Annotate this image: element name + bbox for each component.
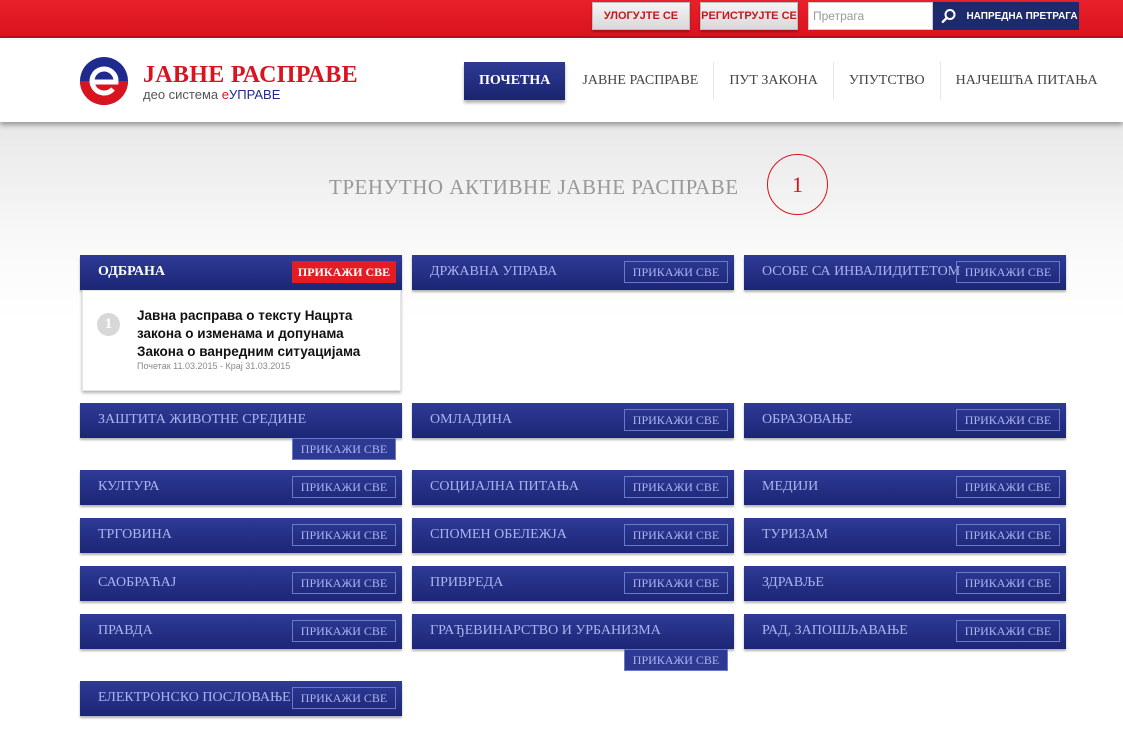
category-social-issues[interactable]: СОЦИЈАЛНА ПИТАЊА ПРИКАЖИ СВЕ — [412, 470, 734, 505]
category-memorials[interactable]: СПОМЕН ОБЕЛЕЖЈА ПРИКАЖИ СВЕ — [412, 518, 734, 553]
logo-sub-brand: УПРАВЕ — [228, 87, 281, 102]
category-justice[interactable]: ПРАВДА ПРИКАЖИ СВЕ — [80, 614, 402, 649]
category-label: ТУРИЗАМ — [762, 527, 828, 542]
category-label: РАД, ЗАПОШЉАВАЊЕ — [762, 623, 908, 638]
show-all-button[interactable]: ПРИКАЖИ СВЕ — [292, 687, 396, 709]
category-construction[interactable]: ГРАЂЕВИНАРСТВО И УРБАНИЗМА ПРИКАЖИ СВЕ — [412, 614, 734, 671]
show-all-button[interactable]: ПРИКАЖИ СВЕ — [956, 261, 1060, 283]
show-all-button[interactable]: ПРИКАЖИ СВЕ — [956, 476, 1060, 498]
category-state-administration[interactable]: ДРЖАВНА УПРАВА ПРИКАЖИ СВЕ — [412, 255, 734, 290]
show-all-button[interactable]: ПРИКАЖИ СВЕ — [624, 409, 728, 431]
show-all-button[interactable]: ПРИКАЖИ СВЕ — [956, 572, 1060, 594]
show-all-button[interactable]: ПРИКАЖИ СВЕ — [624, 649, 728, 671]
section-title: ТРЕНУТНО АКТИВНЕ ЈАВНЕ РАСПРАВЕ — [329, 175, 739, 199]
category-economy[interactable]: ПРИВРЕДА ПРИКАЖИ СВЕ — [412, 566, 734, 601]
show-all-button[interactable]: ПРИКАЖИ СВЕ — [292, 476, 396, 498]
category-label: ДРЖАВНА УПРАВА — [430, 264, 558, 279]
nav-item-instructions[interactable]: УПУТСТВО — [832, 62, 940, 100]
login-button[interactable]: УЛОГУЈТЕ СЕ — [592, 2, 690, 30]
advanced-search-button[interactable]: НАПРЕДНА ПРЕТРАГА — [965, 2, 1079, 30]
category-health[interactable]: ЗДРАВЉЕ ПРИКАЖИ СВЕ — [744, 566, 1066, 601]
show-all-button[interactable]: ПРИКАЖИ СВЕ — [624, 261, 728, 283]
category-label: СОЦИЈАЛНА ПИТАЊА — [430, 479, 579, 494]
category-label: ГРАЂЕВИНАРСТВО И УРБАНИЗМА — [430, 623, 661, 638]
show-all-button[interactable]: ПРИКАЖИ СВЕ — [956, 620, 1060, 642]
category-label: САОБРАЋАЈ — [98, 575, 177, 590]
show-all-button[interactable]: ПРИКАЖИ СВЕ — [292, 438, 396, 460]
category-label: ЗДРАВЉЕ — [762, 575, 824, 590]
debate-title[interactable]: Јавна расправа о тексту Нацрта закона о … — [137, 307, 392, 361]
category-youth[interactable]: ОМЛАДИНА ПРИКАЖИ СВЕ — [412, 403, 734, 438]
category-trade[interactable]: ТРГОВИНА ПРИКАЖИ СВЕ — [80, 518, 402, 553]
eparticipation-logo-icon[interactable] — [79, 56, 129, 106]
logo-sub-e: е — [221, 87, 229, 102]
category-label: ЕЛЕКТРОНСКО ПОСЛОВАЊЕ — [98, 690, 291, 705]
category-label: ОБРАЗОВАЊЕ — [762, 412, 853, 427]
category-employment[interactable]: РАД, ЗАПОШЉАВАЊЕ ПРИКАЖИ СВЕ — [744, 614, 1066, 649]
main-nav: ПОЧЕТНА ЈАВНЕ РАСПРАВЕ ПУТ ЗАКОНА УПУТСТ… — [464, 62, 1113, 100]
category-transport[interactable]: САОБРАЋАЈ ПРИКАЖИ СВЕ — [80, 566, 402, 601]
category-tourism[interactable]: ТУРИЗАМ ПРИКАЖИ СВЕ — [744, 518, 1066, 553]
category-e-business[interactable]: ЕЛЕКТРОНСКО ПОСЛОВАЊЕ ПРИКАЖИ СВЕ — [80, 681, 402, 716]
show-all-button[interactable]: ПРИКАЖИ СВЕ — [292, 572, 396, 594]
category-label: ЗАШТИТА ЖИВОТНЕ СРЕДИНЕ — [98, 412, 307, 427]
nav-item-law-path[interactable]: ПУТ ЗАКОНА — [713, 62, 833, 100]
show-all-button[interactable]: ПРИКАЖИ СВЕ — [292, 261, 396, 283]
category-disabled-persons[interactable]: ОСОБЕ СА ИНВАЛИДИТЕТОМ ПРИКАЖИ СВЕ — [744, 255, 1066, 290]
debate-dates: Почетак 11.03.2015 - Крај 31.03.2015 — [137, 361, 291, 371]
search-icon — [941, 9, 956, 24]
show-all-button[interactable]: ПРИКАЖИ СВЕ — [624, 476, 728, 498]
category-label: МЕДИЈИ — [762, 479, 819, 494]
nav-item-public-debates[interactable]: ЈАВНЕ РАСПРАВЕ — [567, 62, 713, 100]
search-placeholder: Претрага — [813, 9, 865, 23]
category-label: ПРИВРЕДА — [430, 575, 504, 590]
show-all-button[interactable]: ПРИКАЖИ СВЕ — [292, 524, 396, 546]
search-input[interactable]: Претрага — [808, 2, 933, 30]
category-label: ТРГОВИНА — [98, 527, 172, 542]
category-label: ОСОБЕ СА ИНВАЛИДИТЕТОМ — [762, 264, 961, 279]
site-header: ЈАВНЕ РАСПРАВЕ део система еУПРАВЕ ПОЧЕТ… — [0, 40, 1123, 122]
nav-item-faq[interactable]: НАЈЧЕШЋА ПИТАЊА — [939, 62, 1113, 100]
show-all-button[interactable]: ПРИКАЖИ СВЕ — [956, 524, 1060, 546]
top-bar: УЛОГУЈТЕ СЕ РЕГИСТРУЈТЕ СЕ Претрага НАПР… — [0, 0, 1123, 38]
logo-title[interactable]: ЈАВНЕ РАСПРАВЕ — [143, 62, 358, 89]
category-label: ОМЛАДИНА — [430, 412, 513, 427]
category-education[interactable]: ОБРАЗОВАЊЕ ПРИКАЖИ СВЕ — [744, 403, 1066, 438]
search-button[interactable] — [933, 2, 965, 30]
active-count-badge: 1 — [767, 154, 828, 215]
category-label: СПОМЕН ОБЕЛЕЖЈА — [430, 527, 567, 542]
logo-subtitle: део система еУПРАВЕ — [143, 87, 280, 102]
show-all-button[interactable]: ПРИКАЖИ СВЕ — [624, 524, 728, 546]
show-all-button[interactable]: ПРИКАЖИ СВЕ — [624, 572, 728, 594]
main-content: ТРЕНУТНО АКТИВНЕ ЈАВНЕ РАСПРАВЕ 1 ОДБРАН… — [0, 122, 1123, 749]
category-environment[interactable]: ЗАШТИТА ЖИВОТНЕ СРЕДИНЕ ПРИКАЖИ СВЕ — [80, 403, 402, 460]
category-label: ОДБРАНА — [98, 264, 165, 279]
debate-number: 1 — [97, 313, 120, 336]
nav-item-home[interactable]: ПОЧЕТНА — [464, 62, 566, 100]
category-culture[interactable]: КУЛТУРА ПРИКАЖИ СВЕ — [80, 470, 402, 505]
logo-sub-prefix: део система — [143, 87, 222, 102]
category-defense[interactable]: ОДБРАНА ПРИКАЖИ СВЕ — [80, 255, 402, 290]
register-button[interactable]: РЕГИСТРУЈТЕ СЕ — [700, 2, 798, 30]
category-media[interactable]: МЕДИЈИ ПРИКАЖИ СВЕ — [744, 470, 1066, 505]
debate-card[interactable]: 1 Јавна расправа о тексту Нацрта закона … — [82, 290, 401, 391]
show-all-button[interactable]: ПРИКАЖИ СВЕ — [292, 620, 396, 642]
show-all-button[interactable]: ПРИКАЖИ СВЕ — [956, 409, 1060, 431]
category-label: ПРАВДА — [98, 623, 153, 638]
category-label: КУЛТУРА — [98, 479, 160, 494]
